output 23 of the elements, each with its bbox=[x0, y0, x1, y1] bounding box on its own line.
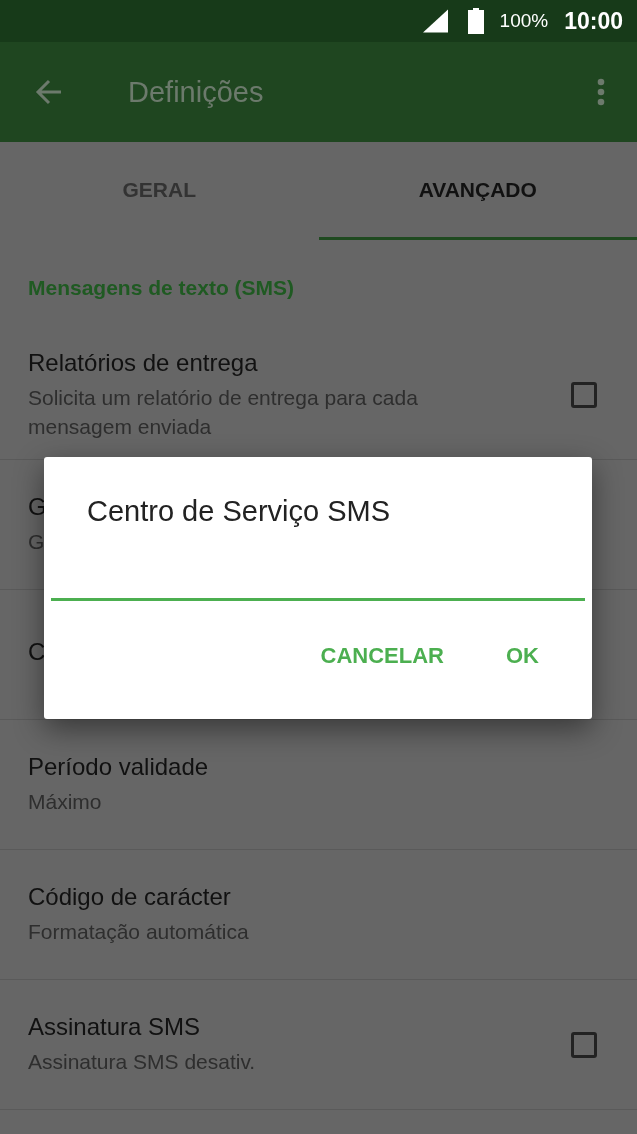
battery-level: 100% bbox=[499, 10, 549, 32]
tab[interactable]: AVANÇADO bbox=[318, 142, 637, 240]
more-options-icon[interactable] bbox=[597, 78, 605, 106]
setting-title: Relatórios de entrega bbox=[28, 348, 258, 377]
section-header: Mensagens de texto (SMS) bbox=[27, 275, 296, 301]
setting-summary: Solicita um relatório de entrega para cada mensagem enviada bbox=[28, 384, 419, 440]
dialog-button[interactable]: OK bbox=[490, 637, 555, 675]
clock: 10:00 bbox=[564, 7, 623, 35]
screen-title: Definições bbox=[128, 75, 265, 109]
setting-title: Assinatura SMS bbox=[28, 1013, 201, 1041]
setting-summary: Máximo bbox=[28, 789, 103, 815]
back-arrow-icon[interactable] bbox=[34, 78, 64, 106]
checkbox[interactable] bbox=[571, 1031, 597, 1058]
dialog-button[interactable]: CANCELAR bbox=[304, 637, 460, 675]
battery-icon bbox=[467, 8, 484, 34]
setting-title: C bbox=[28, 637, 46, 666]
setting-title: Código de carácter bbox=[28, 883, 231, 911]
dialog-title: Centro de Serviço SMS bbox=[86, 495, 391, 529]
setting-summary: Formatação automática bbox=[28, 919, 250, 945]
setting-title: Período validade bbox=[28, 753, 209, 781]
checkbox[interactable] bbox=[571, 381, 597, 408]
setting-summary: Assinatura SMS desativ. bbox=[28, 1049, 257, 1075]
signal-icon bbox=[422, 9, 448, 33]
